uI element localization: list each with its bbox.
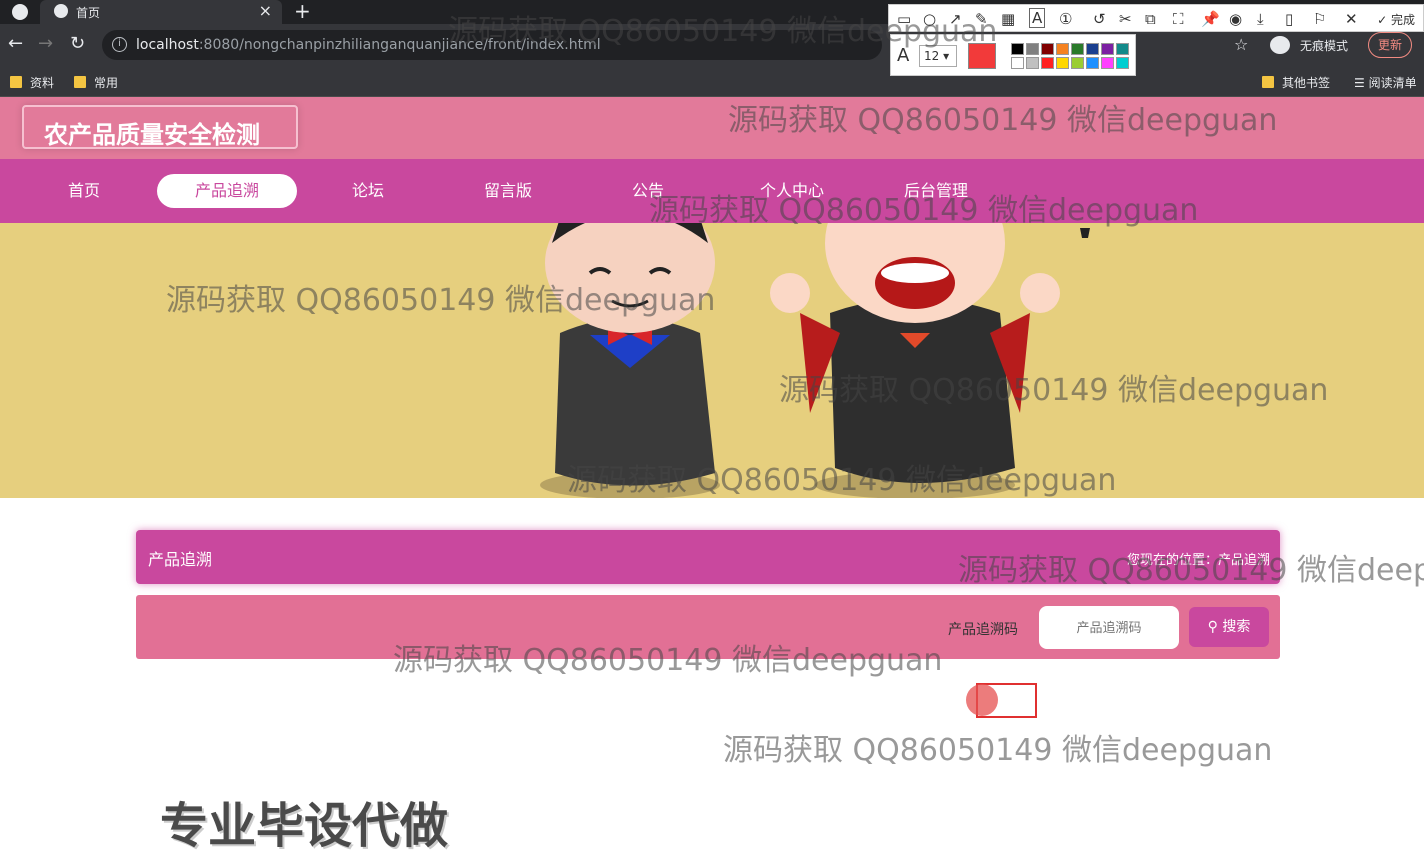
section-title: 产品追溯 xyxy=(148,550,213,569)
color-swatch[interactable] xyxy=(1101,57,1114,69)
search-label: 产品追溯码 xyxy=(948,622,1018,638)
search-button[interactable]: ⚲ 搜索 xyxy=(1189,607,1269,647)
color-swatch[interactable] xyxy=(1086,57,1099,69)
incognito-icon xyxy=(1270,36,1290,54)
done-button[interactable]: ✓ 完成 xyxy=(1377,11,1415,28)
reload-icon[interactable]: ↻ xyxy=(70,33,85,54)
rect-tool-icon[interactable]: ▭ xyxy=(897,10,911,28)
browser-tab[interactable]: 首页 × xyxy=(40,0,282,24)
bookmark-icon[interactable]: ⚐ xyxy=(1313,10,1326,28)
nav-product-trace[interactable]: 产品追溯 xyxy=(157,174,297,208)
download-icon[interactable]: ⤓ xyxy=(1257,10,1264,28)
cancel-icon[interactable]: ✕ xyxy=(1345,10,1358,28)
site-header: 农产品质量安全检测 xyxy=(0,97,1424,159)
incognito-label: 无痕模式 xyxy=(1300,39,1349,53)
color-swatches xyxy=(1011,43,1131,69)
color-swatch[interactable] xyxy=(1026,43,1039,55)
device-icon[interactable]: ▯ xyxy=(1285,10,1293,28)
color-swatch[interactable] xyxy=(1116,43,1129,55)
breadcrumb: 您现在的位置：产品追溯 xyxy=(1126,553,1270,568)
screenshot-toolbar: ▭ ○ ↗ ✎ ▦ A ① ↺ ✂ ⧉ ⛶ 📌 ◉ ⤓ ▯ ⚐ ✕ ✓ 完成 xyxy=(888,4,1424,32)
tab-title: 首页 xyxy=(76,6,101,20)
browser-menu-icon[interactable] xyxy=(12,4,28,20)
folder-icon xyxy=(10,76,22,88)
text-style-palette: A 12 ▾ xyxy=(890,34,1136,76)
trace-code-input[interactable] xyxy=(1039,606,1179,649)
bookmarks-bar: 资料 常用 其他书签 ☰ 阅读清单 xyxy=(0,66,1424,97)
color-swatch[interactable] xyxy=(1101,43,1114,55)
font-icon: A xyxy=(897,45,910,66)
pen-tool-icon[interactable]: ✎ xyxy=(975,10,988,28)
font-size-select[interactable]: 12 ▾ xyxy=(919,45,957,67)
search-icon: ⚲ xyxy=(1207,619,1218,635)
forward-icon[interactable]: → xyxy=(38,33,53,54)
color-swatch[interactable] xyxy=(1011,57,1024,69)
record-icon[interactable]: ◉ xyxy=(1229,10,1242,28)
copy-icon[interactable]: ⧉ xyxy=(1145,10,1156,28)
folder-icon xyxy=(1262,76,1274,88)
reading-list[interactable]: ☰ 阅读清单 xyxy=(1354,74,1417,91)
update-button[interactable]: 更新 xyxy=(1368,32,1412,58)
color-swatch[interactable] xyxy=(1056,57,1069,69)
folder-icon xyxy=(74,76,86,88)
nav-message-board[interactable]: 留言版 xyxy=(468,174,548,208)
main-nav: 首页 产品追溯 论坛 留言版 公告 个人中心 后台管理 xyxy=(0,159,1424,223)
back-icon[interactable]: ← xyxy=(8,33,23,54)
nav-home[interactable]: 首页 xyxy=(44,174,124,208)
bookmark-folder[interactable]: 资料 xyxy=(10,74,54,91)
new-tab-button[interactable]: + xyxy=(294,0,311,23)
ellipse-tool-icon[interactable]: ○ xyxy=(923,10,936,28)
color-swatch[interactable] xyxy=(1041,43,1054,55)
mosaic-tool-icon[interactable]: ▦ xyxy=(1001,10,1015,28)
section-header: 产品追溯 您现在的位置：产品追溯 xyxy=(136,530,1280,584)
tab-close-icon[interactable]: × xyxy=(259,1,272,20)
site-logo[interactable]: 农产品质量安全检测 xyxy=(22,105,298,149)
nav-forum[interactable]: 论坛 xyxy=(328,174,408,208)
nav-personal-center[interactable]: 个人中心 xyxy=(752,174,832,208)
arrow-tool-icon[interactable]: ↗ xyxy=(949,10,962,28)
promo-text: 专业毕设代做 xyxy=(160,798,449,854)
banner-image xyxy=(0,223,1424,498)
ocr-icon[interactable]: ⛶ xyxy=(1173,10,1184,28)
current-color-swatch[interactable] xyxy=(968,43,996,69)
undo-icon[interactable]: ↺ xyxy=(1093,10,1106,28)
search-bar: 产品追溯码 ⚲ 搜索 xyxy=(136,595,1280,659)
url-text: localhost:8080/nongchanpinzhilianganquan… xyxy=(136,37,601,53)
reading-list-icon: ☰ xyxy=(1354,76,1369,90)
color-swatch[interactable] xyxy=(1056,43,1069,55)
color-swatch[interactable] xyxy=(1071,43,1084,55)
url-input[interactable]: i localhost:8080/nongchanpinzhilianganqu… xyxy=(102,30,882,60)
cursor-highlight xyxy=(966,684,998,716)
number-tool-icon[interactable]: ① xyxy=(1059,10,1072,28)
text-tool-icon[interactable]: A xyxy=(1029,8,1046,28)
bookmark-folder[interactable]: 其他书签 xyxy=(1262,74,1330,91)
bookmark-star-icon[interactable]: ☆ xyxy=(1234,35,1248,54)
color-swatch[interactable] xyxy=(1041,57,1054,69)
color-swatch[interactable] xyxy=(1026,57,1039,69)
color-swatch[interactable] xyxy=(1071,57,1084,69)
bookmark-folder[interactable]: 常用 xyxy=(74,74,118,91)
color-swatch[interactable] xyxy=(1011,43,1024,55)
color-swatch[interactable] xyxy=(1116,57,1129,69)
pin-icon[interactable]: 📌 xyxy=(1201,10,1220,28)
site-info-icon[interactable]: i xyxy=(112,37,127,52)
nav-admin[interactable]: 后台管理 xyxy=(896,174,976,208)
globe-icon xyxy=(54,4,68,18)
color-swatch[interactable] xyxy=(1086,43,1099,55)
graduates-illustration xyxy=(540,223,1090,498)
clip-icon[interactable]: ✂ xyxy=(1119,10,1132,28)
nav-announcement[interactable]: 公告 xyxy=(608,174,688,208)
